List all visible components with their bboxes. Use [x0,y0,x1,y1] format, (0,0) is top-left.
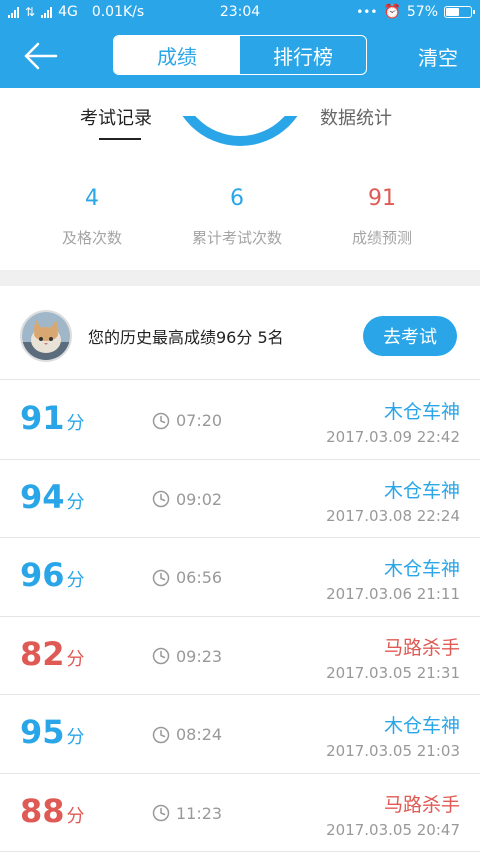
score-value: 96 [20,556,65,594]
status-right: ••• ⏰ 57% [356,4,475,20]
record-list: 91 分 07:20 木仓车神 2017.03.09 22:42 94 分 09:02 木仓车神… [0,381,480,852]
record-title: 马路杀手 [383,636,460,659]
record-row[interactable]: 95 分 08:24 木仓车神 2017.03.05 21:03 [0,695,480,774]
record-date: 2017.03.05 21:31 [326,663,460,682]
record-score: 95 分 [20,713,85,751]
score-value: 95 [20,713,65,751]
record-row[interactable]: 82 分 09:23 马路杀手 2017.03.05 21:31 [0,616,480,695]
score-unit: 分 [66,727,85,748]
best-score-text: 您的历史最高成绩96分 5名 [88,328,284,347]
tab-data-statistics[interactable]: 数据统计 [320,104,392,130]
score-unit: 分 [66,570,85,591]
record-duration: 09:23 [152,647,222,666]
tab-leaderboard[interactable]: 排行榜 [240,36,366,74]
score-unit: 分 [66,413,85,434]
clear-button[interactable]: 清空 [418,42,458,71]
duration-text: 08:24 [176,725,223,744]
score-value: 91 [20,399,65,437]
record-duration: 09:02 [152,490,222,509]
record-title: 木仓车神 [383,715,460,737]
stat-label: 及格次数 [61,229,122,247]
duration-text: 09:23 [176,646,223,666]
record-title: 木仓车神 [383,558,460,580]
duration-text: 07:20 [176,411,223,430]
clock-icon [152,726,170,743]
header: 成绩 排行榜 清空 [0,24,480,88]
clock-icon [152,490,170,508]
record-row[interactable]: 96 分 06:56 木仓车神 2017.03.06 21:11 [0,538,480,617]
score-value: 94 [20,477,65,516]
tab-exam-records[interactable]: 考试记录 [80,104,152,130]
record-duration: 11:23 [152,804,222,823]
status-bar: ⇅ 4G 0.01K/s 23:04 ••• ⏰ 57% [0,0,480,24]
record-score: 94 分 [20,478,85,516]
record-score: 88 分 [20,792,85,830]
stat-label: 累计考试次数 [191,229,282,247]
score-value: 82 [20,634,65,673]
tab-score[interactable]: 成绩 [114,36,240,74]
alarm-icon: ⏰ [383,4,401,20]
record-date: 2017.03.06 21:11 [326,585,460,603]
score-arc [170,116,310,166]
battery-text: 57% [406,4,438,20]
stat-prediction: 91 成绩预测 [302,186,462,248]
stat-value: 4 [85,186,99,211]
take-exam-button[interactable]: 去考试 [363,316,457,356]
record-score: 91 分 [20,399,85,437]
record-score: 96 分 [20,556,85,594]
stat-label: 成绩预测 [351,229,412,247]
score-value: 88 [20,791,65,830]
clock-icon [152,412,170,429]
record-date: 2017.03.08 22:24 [326,506,460,525]
more-dots: ••• [356,5,378,19]
record-title: 马路杀手 [383,793,460,816]
duration-text: 09:02 [176,489,223,509]
stat-value: 6 [230,186,244,211]
record-row[interactable]: 94 分 09:02 木仓车神 2017.03.08 22:24 [0,459,480,538]
stats-panel: 4 及格次数 6 累计考试次数 91 成绩预测 [0,166,480,270]
record-date: 2017.03.05 21:03 [326,742,460,760]
record-title: 木仓车神 [383,479,460,502]
clock-icon [152,647,170,665]
score-unit: 分 [66,491,85,513]
record-score: 82 分 [20,635,85,673]
duration-text: 06:56 [176,568,223,587]
clock-icon [152,569,170,586]
segmented-control: 成绩 排行榜 [113,35,367,75]
record-duration: 08:24 [152,725,222,744]
record-row[interactable]: 88 分 11:23 马路杀手 2017.03.05 20:47 [0,773,480,852]
tab-indicator [99,138,141,140]
record-row[interactable]: 91 分 07:20 木仓车神 2017.03.09 22:42 [0,381,480,460]
best-score-row: 您的历史最高成绩96分 5名 去考试 [0,286,480,380]
record-date: 2017.03.05 20:47 [326,820,460,839]
stat-value: 91 [368,186,396,211]
avatar [20,310,72,362]
duration-text: 11:23 [176,803,223,823]
record-duration: 07:20 [152,411,222,430]
back-arrow-icon[interactable] [22,40,62,72]
score-unit: 分 [66,648,85,670]
record-date: 2017.03.09 22:42 [326,428,460,446]
stat-passed: 4 及格次数 [12,186,172,248]
record-duration: 06:56 [152,568,222,587]
score-unit: 分 [66,805,85,827]
stat-total: 6 累计考试次数 [157,186,317,248]
clock-icon [152,804,170,822]
battery-icon [444,6,475,18]
record-title: 木仓车神 [383,401,460,423]
section-divider [0,270,480,286]
